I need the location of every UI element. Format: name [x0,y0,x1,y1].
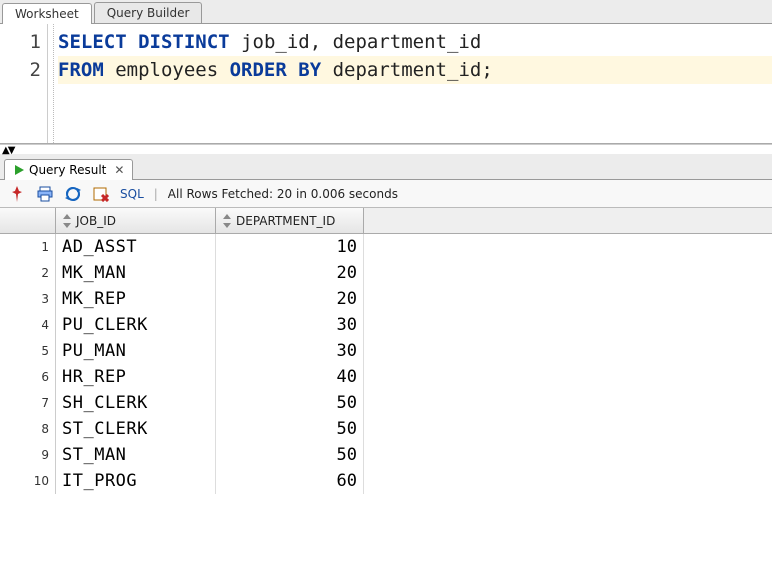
cell-department-id[interactable]: 60 [216,468,364,494]
tab-query-builder[interactable]: Query Builder [94,2,203,23]
result-grid: JOB_ID DEPARTMENT_ID 1AD_ASST102MK_MAN20… [0,208,772,494]
table-row[interactable]: 4PU_CLERK30 [0,312,772,338]
close-icon[interactable]: ✕ [114,163,124,177]
cell-job-id[interactable]: PU_MAN [56,338,216,364]
table-row[interactable]: 8ST_CLERK50 [0,416,772,442]
cell-job-id[interactable]: SH_CLERK [56,390,216,416]
row-number: 4 [0,312,56,338]
row-number: 9 [0,442,56,468]
row-number: 10 [0,468,56,494]
table-row[interactable]: 1AD_ASST10 [0,234,772,260]
cell-department-id[interactable]: 20 [216,260,364,286]
cell-job-id[interactable]: PU_CLERK [56,312,216,338]
grid-header: JOB_ID DEPARTMENT_ID [0,208,772,234]
code-line[interactable]: SELECT DISTINCT job_id, department_id [58,28,772,56]
grid-header-department-id[interactable]: DEPARTMENT_ID [216,208,364,233]
play-icon [13,164,25,176]
cell-department-id[interactable]: 50 [216,442,364,468]
cell-department-id[interactable]: 30 [216,312,364,338]
code-area[interactable]: SELECT DISTINCT job_id, department_idFRO… [54,24,772,143]
sql-link[interactable]: SQL [120,187,144,201]
table-row[interactable]: 10IT_PROG60 [0,468,772,494]
splitter-handle-icon: ▲▼ [2,145,13,156]
tab-query-result-label: Query Result [29,163,106,177]
cell-department-id[interactable]: 30 [216,338,364,364]
cell-job-id[interactable]: AD_ASST [56,234,216,260]
row-number: 3 [0,286,56,312]
table-row[interactable]: 6HR_REP40 [0,364,772,390]
cell-job-id[interactable]: MK_MAN [56,260,216,286]
cell-job-id[interactable]: ST_MAN [56,442,216,468]
grid-header-job-id[interactable]: JOB_ID [56,208,216,233]
code-line[interactable]: FROM employees ORDER BY department_id; [58,56,772,84]
fetch-status: All Rows Fetched: 20 in 0.006 seconds [168,187,398,201]
line-number: 1 [0,28,41,56]
toolbar-separator: | [154,187,158,201]
row-number: 1 [0,234,56,260]
splitter[interactable]: ▲▼ [0,144,772,154]
col-label-department-id: DEPARTMENT_ID [236,214,335,228]
result-tab-strip: Query Result ✕ [0,154,772,180]
editor-tab-strip: Worksheet Query Builder [0,0,772,24]
row-number: 6 [0,364,56,390]
table-row[interactable]: 7SH_CLERK50 [0,390,772,416]
result-toolbar: SQL | All Rows Fetched: 20 in 0.006 seco… [0,180,772,208]
tab-worksheet[interactable]: Worksheet [2,3,92,24]
row-number: 8 [0,416,56,442]
grid-body: 1AD_ASST102MK_MAN203MK_REP204PU_CLERK305… [0,234,772,494]
cell-job-id[interactable]: HR_REP [56,364,216,390]
sort-icon [222,214,232,228]
sort-icon [62,214,72,228]
cell-job-id[interactable]: IT_PROG [56,468,216,494]
cell-department-id[interactable]: 40 [216,364,364,390]
table-row[interactable]: 5PU_MAN30 [0,338,772,364]
refresh-icon[interactable] [64,185,82,203]
table-row[interactable]: 2MK_MAN20 [0,260,772,286]
print-icon[interactable] [36,185,54,203]
cell-job-id[interactable]: MK_REP [56,286,216,312]
pin-icon[interactable] [8,185,26,203]
table-row[interactable]: 3MK_REP20 [0,286,772,312]
cell-department-id[interactable]: 50 [216,416,364,442]
cell-department-id[interactable]: 10 [216,234,364,260]
grid-header-rownum[interactable] [0,208,56,233]
line-gutter: 12 [0,24,48,143]
col-label-job-id: JOB_ID [76,214,116,228]
row-number: 2 [0,260,56,286]
sql-editor[interactable]: 12 SELECT DISTINCT job_id, department_id… [0,24,772,144]
cell-department-id[interactable]: 20 [216,286,364,312]
cancel-icon[interactable] [92,185,110,203]
line-number: 2 [0,56,41,84]
row-number: 7 [0,390,56,416]
table-row[interactable]: 9ST_MAN50 [0,442,772,468]
tab-query-result[interactable]: Query Result ✕ [4,159,133,180]
cell-department-id[interactable]: 50 [216,390,364,416]
row-number: 5 [0,338,56,364]
cell-job-id[interactable]: ST_CLERK [56,416,216,442]
